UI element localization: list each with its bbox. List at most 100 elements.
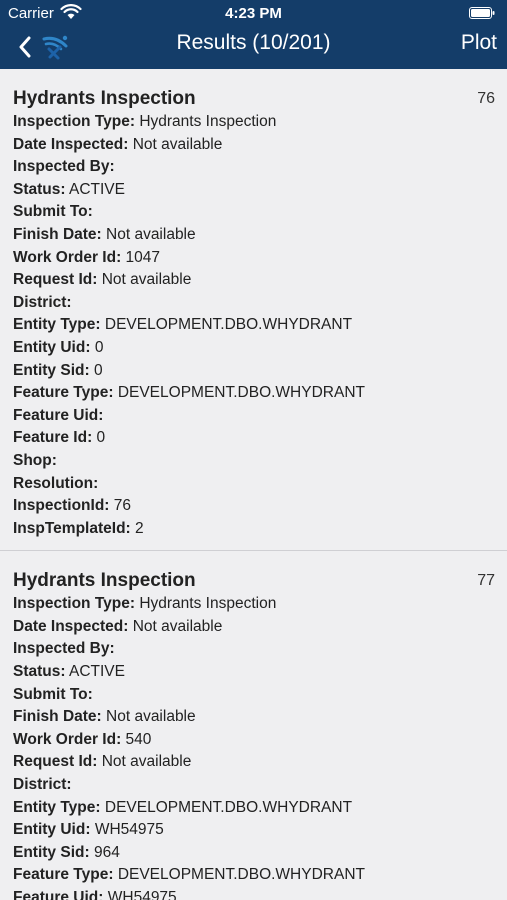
field-row: Finish Date: Not available [13, 706, 495, 729]
field-row: Entity Sid: 964 [13, 842, 495, 865]
field-row: Entity Sid: 0 [13, 360, 495, 383]
field-value: DEVELOPMENT.DBO.WHYDRANT [117, 866, 365, 884]
result-title: Hydrants Inspection [13, 88, 196, 109]
field-label: Work Order Id: [13, 730, 122, 748]
result-title: Hydrants Inspection [13, 570, 196, 592]
field-label: Finish Date: [13, 225, 102, 243]
field-row: Shop: [13, 450, 495, 473]
field-label: Inspection Type: [13, 595, 136, 613]
field-value: 76 [113, 497, 132, 515]
field-value: ACTIVE [69, 180, 125, 198]
field-row: Finish Date: Not available [13, 224, 495, 247]
navigation-bar: Results (10/201) Plot [0, 26, 507, 69]
field-value: 1047 [125, 248, 161, 266]
page-title: Results (10/201) [176, 31, 331, 54]
field-row: Entity Type: DEVELOPMENT.DBO.WHYDRANT [13, 797, 495, 820]
field-row: Feature Uid: WH54975 [13, 887, 495, 900]
field-row: InspTemplateId: 2 [13, 518, 495, 541]
field-label: Feature Type: [13, 866, 114, 884]
result-id: 77 [477, 572, 495, 590]
field-label: Request Id: [13, 271, 98, 289]
field-label: Finish Date: [13, 708, 102, 726]
field-row: District: [13, 774, 495, 797]
field-value: Hydrants Inspection [139, 113, 277, 130]
field-label: District: [13, 293, 72, 311]
field-label: Entity Type: [13, 798, 101, 816]
field-label: Entity Uid: [13, 821, 91, 839]
field-label: InspectionId: [13, 497, 110, 515]
field-row: InspectionId: 76 [13, 495, 495, 518]
field-value: DEVELOPMENT.DBO.WHYDRANT [117, 384, 365, 402]
field-label: Submit To: [13, 685, 93, 703]
field-row: Work Order Id: 540 [13, 729, 495, 752]
field-value: 0 [93, 361, 103, 379]
result-card[interactable]: Hydrants Inspection 76 Inspection Type: Hy… [0, 69, 507, 552]
field-label: Entity Uid: [13, 338, 91, 356]
field-value: 0 [96, 429, 106, 447]
result-card[interactable]: Hydrants Inspection 77 Inspection Type: Hy… [0, 551, 507, 900]
field-row: Feature Type: DEVELOPMENT.DBO.WHYDRANT [13, 864, 495, 887]
field-label: Request Id: [13, 753, 98, 771]
field-value: 540 [125, 730, 152, 748]
field-value: WH54975 [94, 821, 164, 839]
field-value: DEVELOPMENT.DBO.WHYDRANT [104, 316, 353, 334]
field-label: Work Order Id: [13, 248, 122, 266]
field-row: Resolution: [13, 473, 495, 496]
field-value: Not available [106, 708, 196, 726]
field-row: Feature Type: DEVELOPMENT.DBO.WHYDRANT [13, 382, 495, 405]
field-row: Submit To: [13, 201, 495, 224]
field-label: Status: [13, 180, 66, 198]
status-time: 4:23 PM [225, 5, 282, 22]
field-label: Feature Id: [13, 429, 93, 447]
field-label: InspTemplateId: [13, 519, 131, 537]
field-row: Status: ACTIVE [13, 661, 495, 684]
field-label: Feature Type: [13, 384, 114, 402]
battery-icon [469, 7, 495, 19]
field-row: Entity Type: DEVELOPMENT.DBO.WHYDRANT [13, 314, 495, 337]
field-value: 2 [135, 519, 144, 537]
result-id: 76 [477, 90, 495, 107]
field-value: Not available [101, 753, 192, 771]
field-value: 964 [93, 843, 120, 861]
field-label: Date Inspected: [13, 617, 129, 635]
field-row: Work Order Id: 1047 [13, 247, 495, 270]
field-row: Date Inspected: Not available [13, 134, 495, 157]
field-value: DEVELOPMENT.DBO.WHYDRANT [104, 798, 353, 816]
plot-button[interactable]: Plot [461, 31, 497, 55]
field-row: Inspected By: [13, 638, 495, 661]
field-value: Not available [132, 135, 223, 153]
results-list[interactable]: Hydrants Inspection 76 Inspection Type: Hy… [0, 69, 507, 900]
field-value: Not available [106, 225, 196, 243]
field-label: Resolution: [13, 474, 99, 492]
field-row: Inspection Type: Hydrants Inspection [13, 593, 495, 616]
field-row: Submit To: [13, 684, 495, 707]
field-label: Entity Type: [13, 316, 101, 334]
field-value: ACTIVE [69, 663, 125, 681]
field-label: Feature Uid: [13, 406, 104, 424]
status-bar: Carrier 4:23 PM [0, 0, 507, 26]
field-label: Shop: [13, 451, 57, 469]
field-row: Inspection Type: Hydrants Inspection [13, 111, 495, 134]
field-label: Entity Sid: [13, 361, 90, 379]
field-label: Status: [13, 663, 66, 681]
field-row: Feature Uid: [13, 405, 495, 428]
header-bar: Carrier 4:23 PM Results (10/201) Plot [0, 0, 507, 69]
field-row: Inspected By: [13, 156, 495, 179]
field-label: Date Inspected: [13, 135, 129, 153]
field-row: District: [13, 292, 495, 315]
field-row: Request Id: Not available [13, 269, 495, 292]
field-value: 0 [94, 338, 104, 356]
field-row: Request Id: Not available [13, 751, 495, 774]
field-value: WH54975 [107, 889, 177, 900]
field-label: Entity Sid: [13, 843, 90, 861]
field-value: Not available [132, 617, 223, 635]
field-row: Date Inspected: Not available [13, 616, 495, 639]
field-label: Submit To: [13, 203, 93, 221]
field-label: Inspection Type: [13, 113, 136, 130]
field-row: Entity Uid: WH54975 [13, 819, 495, 842]
field-label: District: [13, 776, 72, 794]
field-row: Status: ACTIVE [13, 179, 495, 202]
field-label: Inspected By: [13, 640, 115, 658]
field-row: Entity Uid: 0 [13, 337, 495, 360]
field-row: Feature Id: 0 [13, 427, 495, 450]
